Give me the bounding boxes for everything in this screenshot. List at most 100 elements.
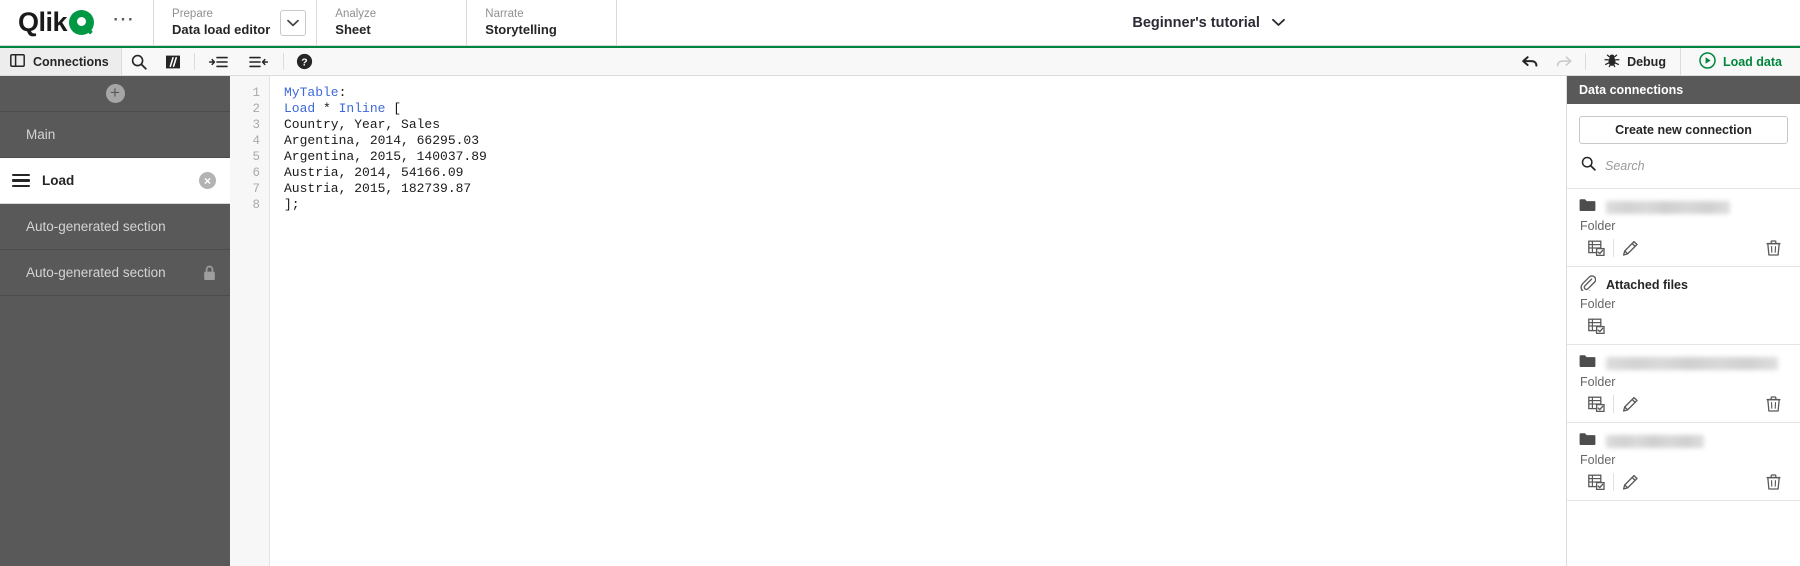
- code-token: [: [385, 101, 402, 116]
- load-data-button[interactable]: Load data: [1679, 48, 1800, 75]
- undo-arrow-icon[interactable]: [1513, 48, 1547, 75]
- drag-handle-icon[interactable]: [12, 174, 30, 187]
- nav-tab-narrate[interactable]: Narrate Storytelling: [466, 0, 616, 45]
- delete-trash-icon[interactable]: [1756, 469, 1790, 495]
- script-section-4[interactable]: Auto-generated section: [0, 250, 230, 296]
- debug-button-label: Debug: [1627, 54, 1666, 69]
- app-title-chevron-down-icon[interactable]: [1272, 18, 1285, 27]
- code-token: Austria, 2014, 54166.09: [284, 165, 464, 180]
- bug-icon: [1604, 52, 1620, 71]
- data-connections-title: Data connections: [1567, 76, 1800, 104]
- line-number: 3: [252, 118, 260, 132]
- qlik-logo[interactable]: Qlik: [18, 7, 95, 37]
- ellipsis-icon[interactable]: ⋯: [108, 7, 139, 38]
- lock-icon: [202, 265, 216, 281]
- redo-arrow-icon[interactable]: [1547, 48, 1581, 75]
- code-token: Load: [284, 101, 316, 116]
- edit-pencil-icon[interactable]: [1613, 469, 1647, 495]
- nav-tab-prepare-title: Data load editor: [172, 22, 271, 37]
- qlik-logo-mark-icon: [69, 10, 95, 35]
- code-token: Argentina, 2015, 140037.89: [284, 149, 487, 164]
- search-icon[interactable]: [122, 48, 156, 75]
- help-circle-icon[interactable]: ?: [288, 48, 322, 75]
- nav-tab-prepare-eyebrow: Prepare: [172, 8, 213, 20]
- app-title-area: Beginner's tutorial: [616, 0, 1800, 45]
- connection-header: [1579, 354, 1790, 372]
- plus-circle-icon: +: [105, 84, 125, 103]
- code-token: :: [338, 85, 347, 100]
- paperclip-icon: [1579, 274, 1597, 296]
- line-number: 7: [252, 182, 260, 196]
- code-token: Country, Year, Sales: [284, 117, 441, 132]
- line-number: 2: [252, 102, 260, 116]
- add-section-button[interactable]: +: [0, 76, 230, 112]
- toolbar-divider-2: [282, 53, 284, 70]
- delete-trash-icon[interactable]: [1756, 235, 1790, 261]
- connection-actions: [1579, 235, 1790, 261]
- connection-header: [1579, 198, 1790, 216]
- folder-icon: [1579, 432, 1596, 451]
- select-data-icon[interactable]: [1579, 235, 1613, 261]
- script-section-2[interactable]: Load ×: [0, 158, 230, 204]
- code-line: Argentina, 2014, 66295.03: [284, 133, 1566, 149]
- code-line: Argentina, 2015, 140037.89: [284, 149, 1566, 165]
- connection-type: Folder: [1580, 297, 1616, 311]
- debug-button[interactable]: Debug: [1590, 48, 1680, 75]
- nav-tab-narrate-title: Storytelling: [485, 22, 557, 37]
- script-section-label: Main: [26, 127, 56, 142]
- search-input[interactable]: [1605, 159, 1788, 173]
- connection-item[interactable]: Folder: [1567, 189, 1800, 267]
- script-editor[interactable]: 12345678 MyTable: Load * Inline [Country,…: [230, 76, 1566, 566]
- connection-header: [1579, 432, 1790, 450]
- connection-name-redacted: [1606, 434, 1704, 448]
- nav-tab-analyze[interactable]: Analyze Sheet: [316, 0, 466, 45]
- load-data-button-label: Load data: [1722, 54, 1782, 69]
- connection-item[interactable]: Attached files Folder: [1567, 267, 1800, 345]
- close-icon[interactable]: ×: [199, 172, 216, 189]
- toolbar-divider-3: [1585, 53, 1587, 70]
- chevron-down-icon[interactable]: [280, 9, 307, 36]
- svg-text:?: ?: [301, 56, 307, 68]
- toolbar-left-group: Connections ?: [0, 48, 322, 75]
- indent-increase-icon[interactable]: [199, 48, 239, 75]
- toolbar-right-group: Debug Load data: [1513, 48, 1800, 75]
- code-line: Austria, 2015, 182739.87: [284, 181, 1566, 197]
- editor-code-area[interactable]: MyTable: Load * Inline [Country, Year, Sa…: [270, 76, 1566, 566]
- connections-button-label: Connections: [33, 54, 109, 69]
- connection-type: Folder: [1580, 219, 1616, 233]
- indent-decrease-icon[interactable]: [239, 48, 279, 75]
- code-token: ];: [284, 197, 300, 212]
- connections-list: Folder Attached files Folder Folder Folder: [1567, 189, 1800, 566]
- line-number: 4: [252, 134, 260, 148]
- editor-line-numbers: 1 2 3 4 5 6 7 8: [230, 76, 270, 566]
- connection-item[interactable]: Folder: [1567, 423, 1800, 501]
- script-section-label: Auto-generated section: [26, 219, 166, 234]
- connections-search[interactable]: [1567, 152, 1800, 189]
- connections-button[interactable]: Connections: [0, 48, 122, 75]
- comment-slashes-icon[interactable]: [156, 48, 190, 75]
- code-line: Load * Inline [: [284, 101, 1566, 117]
- editor-toolbar: Connections ? Debug Load data: [0, 46, 1800, 76]
- connection-type: Folder: [1580, 453, 1616, 467]
- delete-trash-icon[interactable]: [1756, 391, 1790, 417]
- create-new-connection-button[interactable]: Create new connection: [1579, 116, 1788, 144]
- select-data-icon[interactable]: [1579, 391, 1613, 417]
- connection-item[interactable]: Folder: [1567, 345, 1800, 423]
- select-data-icon[interactable]: [1579, 469, 1613, 495]
- script-section-1[interactable]: Main: [0, 112, 230, 158]
- create-connection-wrap: Create new connection: [1567, 104, 1800, 152]
- edit-pencil-icon[interactable]: [1613, 235, 1647, 261]
- qlik-logo-text: Qlik: [18, 7, 68, 37]
- script-section-3[interactable]: Auto-generated section: [0, 204, 230, 250]
- code-line: ];: [284, 197, 1566, 213]
- select-data-icon[interactable]: [1579, 313, 1613, 339]
- data-connections-panel: Data connections Create new connection F…: [1566, 76, 1800, 566]
- line-number: 8: [252, 198, 260, 212]
- script-section-label: Auto-generated section: [26, 265, 166, 280]
- search-icon: [1581, 156, 1596, 176]
- play-circle-icon: [1699, 51, 1716, 72]
- code-token: Austria, 2015, 182739.87: [284, 181, 472, 196]
- nav-tab-prepare[interactable]: Prepare Data load editor: [153, 0, 316, 45]
- connection-actions: [1579, 313, 1790, 339]
- edit-pencil-icon[interactable]: [1613, 391, 1647, 417]
